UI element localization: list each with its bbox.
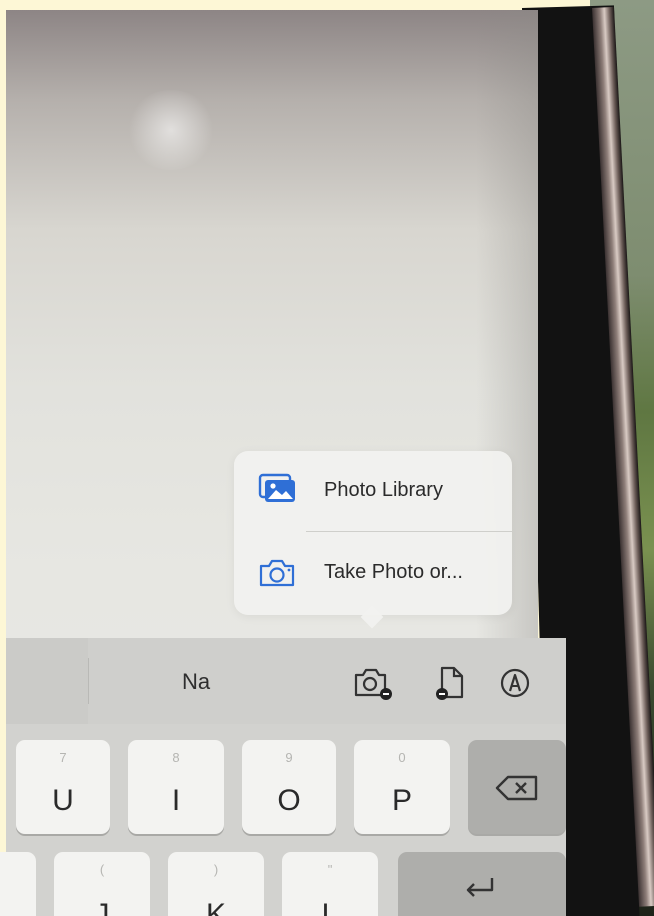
delete-icon — [494, 774, 540, 807]
key-partial-left[interactable] — [0, 852, 36, 916]
menu-divider — [306, 531, 512, 532]
menu-item-label: Take Photo or... — [324, 561, 463, 583]
camera-icon — [256, 555, 298, 591]
menu-item-photo-library[interactable]: Photo Library — [234, 451, 512, 531]
key-label: U — [52, 784, 74, 817]
key-label: I — [171, 784, 181, 817]
photo-scene: Photo Library Take Photo or... Na 7 U 8 … — [0, 0, 654, 916]
keyboard-toolbar: Na — [6, 638, 566, 724]
attachment-popup-menu: Photo Library Take Photo or... — [234, 451, 512, 629]
key-hint: 0 — [398, 750, 406, 765]
key-label: O — [277, 784, 301, 817]
key-p[interactable]: 0 P — [354, 740, 450, 834]
key-hint: ) — [213, 862, 219, 877]
key-o[interactable]: 9 O — [242, 740, 336, 834]
markup-icon[interactable] — [494, 664, 536, 702]
key-label: J — [94, 898, 110, 916]
key-label: L — [321, 898, 339, 916]
key-label: P — [391, 784, 412, 817]
key-j[interactable]: ( J — [54, 852, 150, 916]
menu-item-label: Photo Library — [324, 479, 443, 501]
menu-item-take-photo[interactable]: Take Photo or... — [234, 533, 512, 613]
key-u[interactable]: 7 U — [16, 740, 110, 834]
document-badge-icon[interactable] — [430, 664, 472, 702]
key-hint: 9 — [285, 750, 293, 765]
key-k[interactable]: ) K — [168, 852, 264, 916]
key-i[interactable]: 8 I — [128, 740, 224, 834]
key-hint: " — [327, 862, 333, 877]
key-label: K — [205, 898, 226, 916]
delete-key[interactable] — [468, 740, 566, 834]
photo-library-icon — [256, 471, 298, 507]
suggestion-divider — [88, 658, 89, 704]
key-l[interactable]: " L — [282, 852, 378, 916]
suggestion-slot-empty[interactable] — [6, 638, 88, 724]
suggestion-word[interactable]: Na — [182, 669, 210, 695]
screen-glare — [126, 90, 216, 170]
return-icon — [460, 874, 500, 909]
camera-badge-icon[interactable] — [352, 664, 394, 702]
key-hint: 7 — [59, 750, 67, 765]
return-key[interactable] — [398, 852, 566, 916]
keyboard: 7 U 8 I 9 O 0 P ( J) K " L — [0, 724, 566, 916]
key-hint: ( — [99, 862, 105, 877]
key-hint: 8 — [172, 750, 180, 765]
